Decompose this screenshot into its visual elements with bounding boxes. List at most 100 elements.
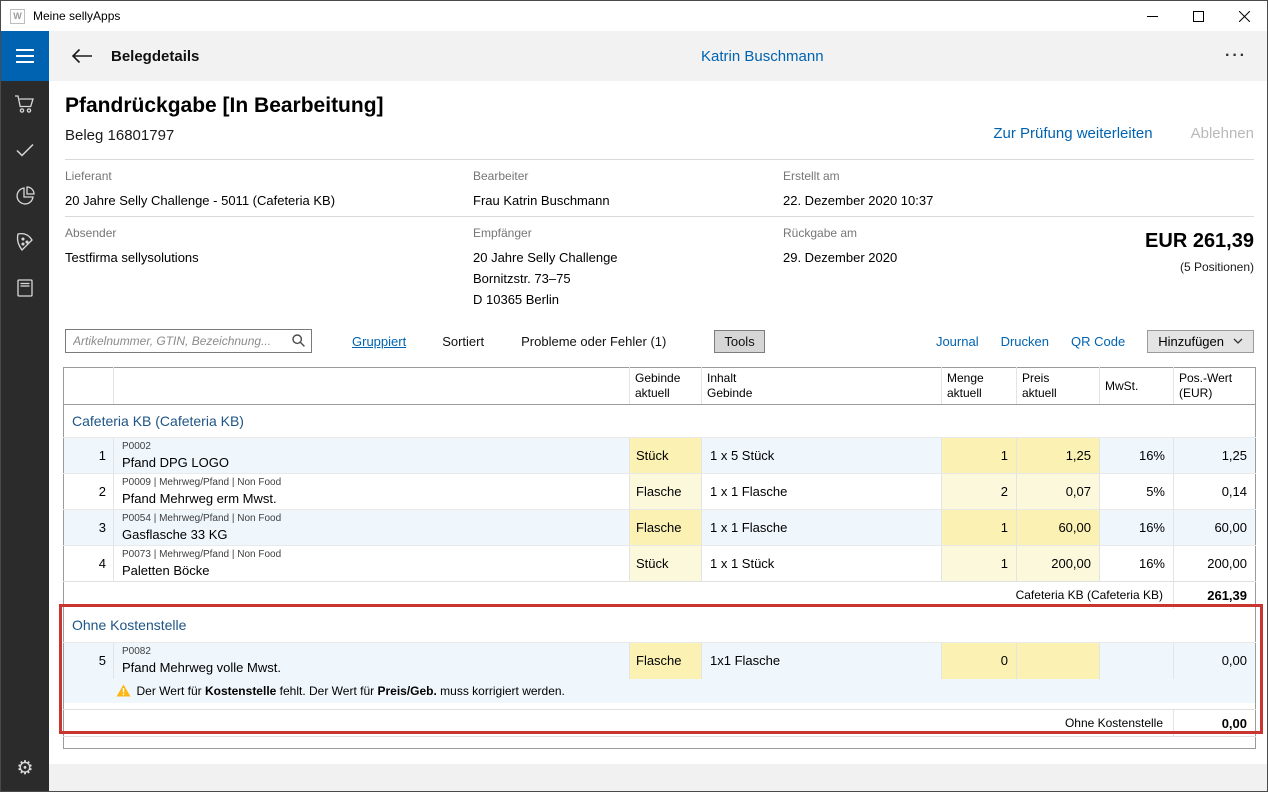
rueckgabe-am-value: 29. Dezember 2020 [783, 247, 1073, 268]
preis-cell[interactable]: 1,25 [1017, 438, 1100, 474]
sidebar-item-reports[interactable] [1, 173, 49, 219]
preis-cell[interactable] [1017, 643, 1100, 679]
rueckgabe-am-label: Rückgabe am [783, 226, 1073, 240]
article-code: P0054 | Mehrweg/Pfand | Non Food [122, 513, 629, 525]
spacer-row [64, 703, 1256, 710]
sidebar-item-tasks[interactable] [1, 127, 49, 173]
col-article [114, 368, 630, 405]
settings-button[interactable]: ⚙ [1, 749, 49, 787]
subtotal-label: Cafeteria KB (Cafeteria KB) [64, 582, 1174, 609]
absender-value: Testfirma sellysolutions [65, 247, 473, 268]
col-preis: Preisaktuell [1017, 368, 1100, 405]
empfaenger-line: Bornitzstr. 73–75 [473, 268, 783, 289]
group-subtotal-row: Cafeteria KB (Cafeteria KB) 261,39 [64, 582, 1256, 609]
article-name: Gasflasche 33 KG [122, 526, 629, 543]
inhalt-cell: 1 x 1 Flasche [702, 474, 942, 510]
article-name: Pfand DPG LOGO [122, 454, 629, 471]
lieferant-label: Lieferant [65, 169, 473, 183]
row-number: 5 [64, 643, 114, 679]
back-arrow-icon [71, 48, 93, 64]
filter-sortiert[interactable]: Sortiert [442, 334, 484, 349]
search-icon [292, 334, 305, 347]
article-code: P0073 | Mehrweg/Pfand | Non Food [122, 549, 629, 561]
article-code: P0082 [122, 646, 629, 658]
minimize-button[interactable] [1129, 1, 1175, 31]
document-title: Pfandrückgabe [In Bearbeitung] [65, 94, 384, 118]
sidebar: ⚙ [1, 81, 49, 791]
table-row[interactable]: 1 P0002 Pfand DPG LOGO Stück 1 x 5 Stück… [64, 438, 1256, 474]
mwst-cell: 16% [1100, 546, 1174, 582]
gebinde-cell[interactable]: Flasche [630, 643, 702, 679]
app-icon: W [10, 9, 25, 24]
table-row[interactable]: 5 P0082 Pfand Mehrweg volle Mwst. Flasch… [64, 643, 1256, 679]
search-input[interactable] [65, 329, 312, 353]
filter-gruppiert[interactable]: Gruppiert [352, 334, 406, 349]
forward-for-review-button[interactable]: Zur Prüfung weiterleiten [993, 125, 1152, 142]
menge-cell[interactable]: 1 [942, 438, 1017, 474]
warning-icon [116, 684, 131, 697]
subtotal-value: 0,00 [1174, 710, 1256, 737]
empfaenger-line: 20 Jahre Selly Challenge [473, 247, 783, 268]
total-amount: EUR 261,39 [1073, 230, 1254, 253]
article-name: Paletten Böcke [122, 562, 629, 579]
menge-cell[interactable]: 1 [942, 510, 1017, 546]
search-box [65, 329, 312, 353]
bearbeiter-label: Bearbeiter [473, 169, 783, 183]
menge-cell[interactable]: 0 [942, 643, 1017, 679]
back-button[interactable] [71, 48, 93, 64]
col-mwst: MwSt. [1100, 368, 1174, 405]
maximize-button[interactable] [1175, 1, 1221, 31]
article-name: Pfand Mehrweg volle Mwst. [122, 659, 629, 676]
menge-cell[interactable]: 2 [942, 474, 1017, 510]
col-gebinde: Gebindeaktuell [630, 368, 702, 405]
reject-button[interactable]: Ablehnen [1191, 125, 1254, 142]
article-cell: P0002 Pfand DPG LOGO [114, 438, 630, 474]
row-number: 1 [64, 438, 114, 474]
sidebar-item-food[interactable] [1, 219, 49, 265]
row-number: 3 [64, 510, 114, 546]
gebinde-cell[interactable]: Flasche [630, 474, 702, 510]
journal-link[interactable]: Journal [936, 334, 979, 349]
spacer-row [64, 737, 1256, 749]
drucken-link[interactable]: Drucken [1001, 334, 1049, 349]
gear-icon: ⚙ [16, 757, 33, 779]
gebinde-cell[interactable]: Flasche [630, 510, 702, 546]
menge-cell[interactable]: 1 [942, 546, 1017, 582]
col-number [64, 368, 114, 405]
wert-cell: 60,00 [1174, 510, 1256, 546]
sidebar-item-catalog[interactable] [1, 265, 49, 311]
table-row[interactable]: 3 P0054 | Mehrweg/Pfand | Non Food Gasfl… [64, 510, 1256, 546]
lieferant-value: 20 Jahre Selly Challenge - 5011 (Cafeter… [65, 190, 473, 211]
titlebar: W Meine sellyApps [1, 1, 1267, 31]
gebinde-cell[interactable]: Stück [630, 438, 702, 474]
article-name: Pfand Mehrweg erm Mwst. [122, 490, 629, 507]
document-number: Beleg 16801797 [65, 127, 384, 144]
warning-text: Der Wert für Kostenstelle fehlt. Der Wer… [137, 684, 565, 698]
close-button[interactable] [1221, 1, 1267, 31]
group-name: Cafeteria KB (Cafeteria KB) [64, 405, 1256, 438]
table-row[interactable]: 2 P0009 | Mehrweg/Pfand | Non Food Pfand… [64, 474, 1256, 510]
wert-cell: 200,00 [1174, 546, 1256, 582]
tools-button[interactable]: Tools [714, 330, 764, 353]
mwst-cell: 16% [1100, 510, 1174, 546]
current-user-link[interactable]: Katrin Buschmann [701, 48, 824, 65]
preis-cell[interactable]: 200,00 [1017, 546, 1100, 582]
sidebar-item-cart[interactable] [1, 81, 49, 127]
erstellt-am-label: Erstellt am [783, 169, 1073, 183]
hinzufuegen-button[interactable]: Hinzufügen [1147, 330, 1254, 353]
inhalt-cell: 1 x 1 Stück [702, 546, 942, 582]
filter-probleme[interactable]: Probleme oder Fehler (1) [521, 334, 666, 349]
group-name: Ohne Kostenstelle [64, 609, 1256, 643]
qr-code-link[interactable]: QR Code [1071, 334, 1125, 349]
preis-cell[interactable]: 0,07 [1017, 474, 1100, 510]
warning-row: Der Wert für Kostenstelle fehlt. Der Wer… [64, 679, 1256, 703]
mwst-cell: 5% [1100, 474, 1174, 510]
wert-cell: 0,14 [1174, 474, 1256, 510]
table-row[interactable]: 4 P0073 | Mehrweg/Pfand | Non Food Palet… [64, 546, 1256, 582]
preis-cell[interactable]: 60,00 [1017, 510, 1100, 546]
more-options-button[interactable]: ··· [1225, 47, 1247, 65]
inhalt-cell: 1 x 1 Flasche [702, 510, 942, 546]
group-header-row: Ohne Kostenstelle [64, 609, 1256, 643]
menu-button[interactable] [1, 31, 49, 81]
gebinde-cell[interactable]: Stück [630, 546, 702, 582]
